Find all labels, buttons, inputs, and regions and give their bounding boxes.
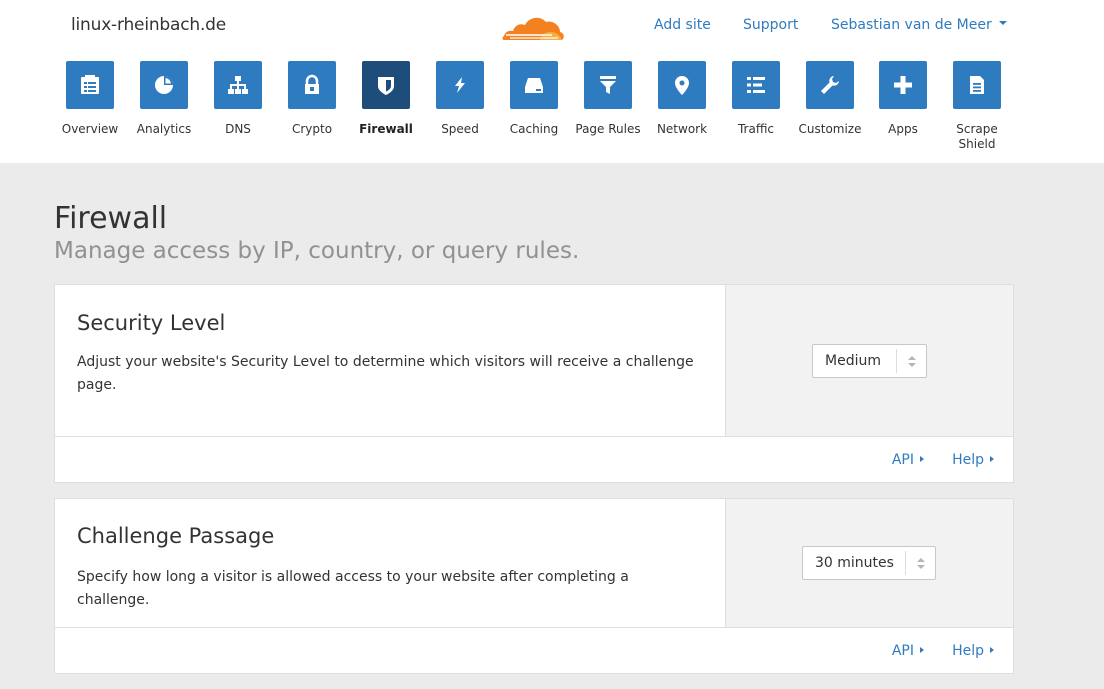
app-label: Overview [61,122,119,136]
caret-right-icon [990,647,994,653]
challenge-passage-card: Challenge Passage Specify how long a vis… [54,498,1014,674]
select-arrows-icon [896,349,926,373]
app-label: Firewall [359,122,413,136]
network-tree-icon [228,76,248,94]
security-level-select[interactable]: Medium [812,344,927,378]
app-apps[interactable]: Apps [866,61,940,137]
support-link[interactable]: Support [743,17,798,33]
select-value: Medium [825,353,881,369]
top-header: linux-rheinbach.de Add site Support Seba… [0,0,1104,163]
api-link[interactable]: API [892,643,924,659]
security-level-card: Security Level Adjust your website's Sec… [54,284,1014,483]
lightning-icon [455,77,465,93]
card-description: Specify how long a visitor is allowed ac… [77,569,629,608]
card-body: Security Level Adjust your website's Sec… [55,285,726,437]
pie-chart-icon [155,76,173,94]
card-footer: API Help [55,627,1013,673]
user-name: Sebastian van de Meer [831,17,992,33]
app-label: Customize [798,122,862,136]
filter-icon [600,76,616,94]
app-label: Crypto [291,122,333,136]
card-body: Challenge Passage Specify how long a vis… [55,499,726,628]
app-label: Traffic [737,122,775,136]
card-title: Challenge Passage [77,524,275,548]
chevron-down-icon [998,21,1007,25]
app-dns[interactable]: DNS [201,61,275,137]
card-side: Medium [726,285,1013,437]
select-arrows-icon [905,551,935,575]
app-label: Scrape Shield [956,122,998,151]
app-label: Speed [441,122,479,136]
app-label: Network [656,122,708,136]
card-footer: API Help [55,436,1013,482]
app-analytics[interactable]: Analytics [127,61,201,137]
user-menu[interactable]: Sebastian van de Meer [831,17,1007,33]
app-scrape-shield[interactable]: Scrape Shield [940,61,1014,152]
card-description: Adjust your website's Security Level to … [77,354,694,393]
card-side: 30 minutes [726,499,1013,628]
api-link[interactable]: API [892,452,924,468]
help-link[interactable]: Help [952,452,994,468]
hard-drive-icon [525,78,543,93]
api-label: API [891,643,914,659]
caret-right-icon [920,647,924,653]
plus-icon [894,76,912,94]
clipboard-icon [81,75,99,94]
app-label: DNS [225,122,251,136]
app-label: Caching [509,122,559,136]
app-customize[interactable]: Customize [793,61,867,137]
app-caching[interactable]: Caching [497,61,571,137]
list-icon [747,77,765,93]
app-overview[interactable]: Overview [53,61,127,137]
lock-icon [305,74,319,94]
add-site-link[interactable]: Add site [654,17,711,33]
app-network[interactable]: Network [645,61,719,137]
challenge-passage-select[interactable]: 30 minutes [802,546,936,580]
cloudflare-logo-icon [502,17,564,40]
map-pin-icon [675,76,689,95]
app-firewall[interactable]: Firewall [349,61,423,137]
caret-right-icon [920,456,924,462]
caret-right-icon [990,456,994,462]
app-label: Apps [888,122,918,136]
help-link[interactable]: Help [952,643,994,659]
shield-icon [378,77,394,95]
help-label: Help [952,452,984,468]
app-label: Analytics [136,122,192,136]
app-crypto[interactable]: Crypto [275,61,349,137]
select-value: 30 minutes [815,555,894,571]
app-speed[interactable]: Speed [423,61,497,137]
wrench-icon [821,76,839,94]
site-name: linux-rheinbach.de [71,15,226,35]
page-title: Firewall [54,201,168,236]
document-icon [970,76,984,94]
app-page-rules[interactable]: Page Rules [571,61,645,137]
app-label: Page Rules [575,122,641,136]
api-label: API [891,452,914,468]
card-title: Security Level [77,311,226,335]
app-traffic[interactable]: Traffic [719,61,793,137]
help-label: Help [952,643,984,659]
page-subtitle: Manage access by IP, country, or query r… [54,238,580,264]
